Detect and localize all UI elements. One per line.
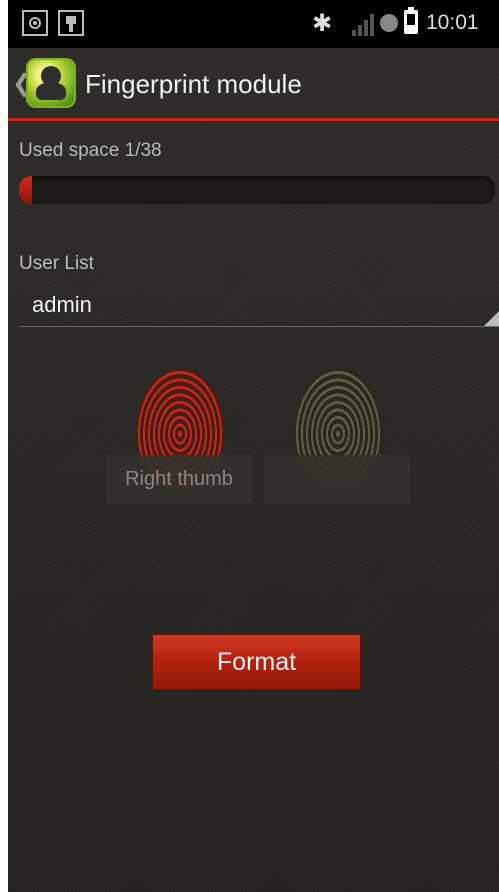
user-list-label: User List bbox=[19, 253, 94, 274]
battery-icon bbox=[404, 7, 418, 34]
used-space-progress-fill bbox=[19, 176, 32, 204]
status-time: 10:01 bbox=[426, 11, 479, 34]
used-space-label: Used space 1/38 bbox=[19, 140, 162, 161]
user-list-dropdown[interactable]: admin bbox=[19, 284, 499, 327]
used-space-progress bbox=[19, 176, 495, 204]
action-bar-divider bbox=[8, 118, 499, 121]
dropdown-corner-icon bbox=[484, 310, 499, 326]
right-thumb-label: Right thumb bbox=[106, 455, 252, 503]
left-thumb-label bbox=[264, 455, 410, 503]
page-title: Fingerprint module bbox=[85, 69, 302, 99]
user-list-selected-value: admin bbox=[32, 292, 92, 317]
gps-icon bbox=[22, 10, 48, 36]
format-button[interactable]: Format bbox=[152, 634, 361, 690]
status-bar: ✱ 10:01 bbox=[8, 0, 499, 48]
usb-icon bbox=[58, 10, 84, 36]
app-screen: ✱ 10:01 ❮ Fingerprint module Used space … bbox=[8, 0, 499, 892]
signal-icon bbox=[352, 14, 374, 36]
action-bar: ❮ Fingerprint module bbox=[8, 48, 499, 120]
bluetooth-icon: ✱ bbox=[312, 9, 333, 37]
app-logo-icon[interactable] bbox=[26, 58, 76, 108]
sync-icon bbox=[380, 14, 398, 32]
